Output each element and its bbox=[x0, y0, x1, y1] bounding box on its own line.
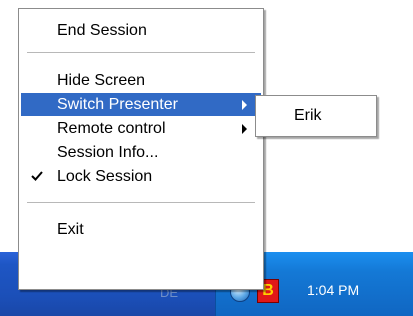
checkmark-icon bbox=[31, 171, 43, 181]
taskbar-clock[interactable]: 1:04 PM bbox=[307, 282, 359, 298]
submenu-arrow-icon bbox=[242, 124, 247, 134]
menu-item-lock-session[interactable]: Lock Session bbox=[21, 165, 261, 188]
menu-item-remote-control[interactable]: Remote control bbox=[21, 117, 261, 140]
context-menu: End Session Hide Screen Switch Presenter… bbox=[18, 8, 264, 290]
menu-item-label: Remote control bbox=[57, 120, 166, 137]
submenu-item-erik[interactable]: Erik bbox=[258, 104, 374, 128]
presenter-submenu: Erik bbox=[255, 95, 377, 137]
submenu-item-label: Erik bbox=[294, 107, 322, 124]
menu-item-label: Switch Presenter bbox=[57, 96, 178, 113]
menu-item-label: End Session bbox=[57, 22, 147, 39]
menu-item-label: Session Info... bbox=[57, 144, 159, 161]
menu-separator bbox=[27, 202, 255, 204]
menu-item-label: Exit bbox=[57, 221, 84, 238]
menu-item-session-info[interactable]: Session Info... bbox=[21, 141, 261, 164]
menu-item-end-session[interactable]: End Session bbox=[21, 19, 261, 42]
menu-separator bbox=[27, 52, 255, 54]
menu-item-hide-screen[interactable]: Hide Screen bbox=[21, 69, 261, 92]
menu-item-label: Lock Session bbox=[57, 168, 153, 185]
menu-item-label: Hide Screen bbox=[57, 72, 146, 89]
submenu-arrow-icon bbox=[242, 100, 247, 110]
menu-item-switch-presenter[interactable]: Switch Presenter bbox=[21, 93, 261, 116]
menu-item-exit[interactable]: Exit bbox=[21, 218, 261, 241]
